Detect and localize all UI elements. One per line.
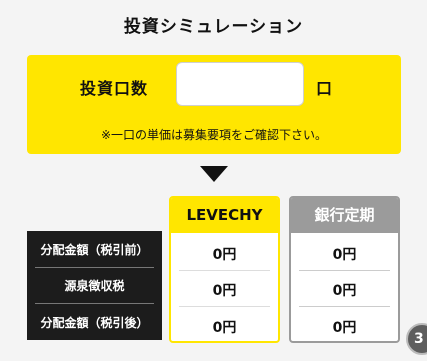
cell-divider bbox=[179, 306, 270, 307]
bank-deposit-column-header: 銀行定期 bbox=[291, 198, 398, 233]
chat-widget-icon[interactable]: 3 bbox=[406, 323, 427, 355]
row-label-pretax: 分配金額（税引前） bbox=[40, 243, 149, 257]
units-label: 投資口数 bbox=[80, 79, 149, 98]
page-title: 投資シミュレーション bbox=[123, 17, 304, 37]
row-label-aftertax: 分配金額（税引後） bbox=[40, 316, 149, 330]
levechy-column-header: LEVECHY bbox=[171, 198, 278, 233]
row-divider bbox=[35, 267, 154, 268]
units-input[interactable] bbox=[176, 62, 304, 106]
cell-divider bbox=[179, 270, 270, 271]
down-arrow-icon bbox=[200, 166, 228, 182]
bank-deposit-column: 銀行定期 0円 0円 0円 bbox=[289, 196, 400, 343]
bank-pretax-value: 0円 bbox=[332, 247, 357, 263]
row-label-column: 分配金額（税引前） 源泉徴収税 分配金額（税引後） bbox=[27, 231, 162, 340]
cell-divider bbox=[299, 270, 390, 271]
unit-price-note: ※一口の単価は募集要項をご確認下さい。 bbox=[100, 128, 328, 142]
units-suffix: 口 bbox=[316, 79, 333, 98]
bank-withholding-value: 0円 bbox=[332, 283, 357, 299]
bank-aftertax-value: 0円 bbox=[332, 320, 357, 336]
levechy-pretax-value: 0円 bbox=[212, 247, 237, 263]
cell-divider bbox=[299, 306, 390, 307]
row-label-withholding: 源泉徴収税 bbox=[64, 279, 125, 293]
levechy-column: LEVECHY 0円 0円 0円 bbox=[169, 196, 280, 343]
levechy-withholding-value: 0円 bbox=[212, 283, 237, 299]
levechy-aftertax-value: 0円 bbox=[212, 320, 237, 336]
row-divider bbox=[35, 303, 154, 304]
